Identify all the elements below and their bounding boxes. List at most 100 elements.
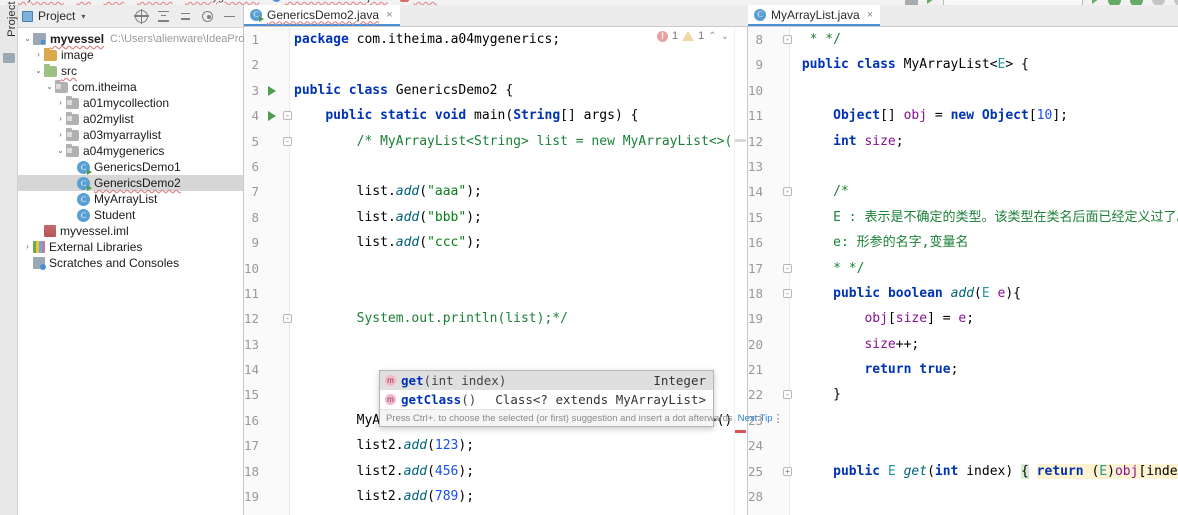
- tree-expander[interactable]: ⌄: [33, 63, 44, 79]
- code-line[interactable]: list2.add(789);: [290, 484, 733, 509]
- code-line[interactable]: list2.add(123);: [290, 433, 733, 458]
- tree-expander[interactable]: ⌄: [44, 79, 55, 95]
- project-folder-icon[interactable]: [3, 53, 15, 63]
- code-line[interactable]: return true;: [790, 357, 1170, 382]
- code-line[interactable]: [790, 509, 1170, 515]
- tree-node-a04mygenerics[interactable]: ⌄ a04mygenerics: [18, 143, 243, 159]
- breadcrumb-item-6[interactable]: main: [413, 0, 437, 3]
- code-line[interactable]: /* MyArrayList<String> list = new MyArra…: [290, 129, 747, 154]
- autocomplete-item-getclass[interactable]: m getClass () Class<? extends MyArrayLis…: [380, 390, 713, 409]
- code-line[interactable]: * */: [790, 256, 1170, 281]
- tree-expander[interactable]: ›: [55, 95, 66, 111]
- code-line[interactable]: [290, 281, 733, 306]
- tree-node-a01mycollection[interactable]: › a01mycollection: [18, 95, 243, 111]
- tree-node-image[interactable]: › image: [18, 47, 243, 63]
- code-line[interactable]: * */: [790, 27, 1170, 52]
- project-tree[interactable]: ⌄ myvessel C:\Users\alienware\IdeaProjects…: [18, 28, 317, 271]
- autocomplete-item-get[interactable]: m get (int index) Integer: [380, 371, 713, 390]
- tree-expander[interactable]: ›: [55, 111, 66, 127]
- code-line[interactable]: [290, 509, 733, 515]
- code-editor-left[interactable]: 1234-5-6789101112-1314151617181920212223…: [244, 27, 748, 515]
- code-line[interactable]: public static void main(String[] args) {: [290, 103, 733, 128]
- code-line[interactable]: [790, 484, 1170, 509]
- code-line[interactable]: E : 表示是不确定的类型。该类型在类名后面已经定义过了。: [790, 205, 1178, 230]
- tree-node-myarraylist[interactable]: C MyArrayList: [18, 191, 243, 207]
- breadcrumb-item-3[interactable]: itheima: [137, 0, 172, 3]
- code-line[interactable]: [290, 256, 733, 281]
- tree-expander[interactable]: ›: [22, 239, 33, 255]
- code-line[interactable]: public class MyArrayList<E> {: [790, 52, 1170, 77]
- code-line[interactable]: obj[size] = e;: [790, 306, 1170, 331]
- collapse-all-icon[interactable]: [179, 10, 192, 23]
- code-line[interactable]: public E get(int index) { return (E)obj[…: [790, 459, 1178, 484]
- tab-myarraylist[interactable]: C MyArrayList.java ×: [748, 5, 881, 26]
- code-line[interactable]: list.add("bbb");: [290, 205, 733, 230]
- breadcrumb-item-5[interactable]: GenericsDemo2.java: [285, 0, 388, 3]
- tree-node-genericsdemo1[interactable]: C GenericsDemo1: [18, 159, 243, 175]
- editor-gutter-left[interactable]: 1234-5-6789101112-1314151617181920212223…: [244, 27, 292, 515]
- tree-expander[interactable]: ›: [55, 127, 66, 143]
- more-options-icon[interactable]: ⋮: [773, 412, 784, 425]
- code-line[interactable]: [290, 154, 733, 179]
- run-gutter-icon[interactable]: [268, 111, 276, 122]
- locate-in-tree-icon[interactable]: [134, 8, 149, 24]
- inspection-widget[interactable]: ! 1 1 ⌃ ⌄: [656, 30, 729, 42]
- tree-node-myvessel[interactable]: ⌄ myvessel C:\Users\alienware\IdeaProjects…: [18, 31, 317, 47]
- next-tip-link[interactable]: Next Tip: [738, 413, 773, 424]
- code-line[interactable]: System.out.println(list);*/: [290, 306, 733, 331]
- autocomplete-popup[interactable]: m get (int index) Integer m getClass () …: [379, 370, 784, 427]
- tree-node-student[interactable]: C Student: [18, 207, 243, 223]
- code-line[interactable]: [290, 332, 733, 357]
- editor-code-left[interactable]: package com.itheima.a04mygenerics; public…: [290, 27, 747, 515]
- code-line[interactable]: }: [790, 382, 1170, 407]
- code-line[interactable]: list.add("ccc");: [290, 230, 733, 255]
- expand-all-icon[interactable]: [157, 10, 170, 23]
- tree-node-external-libraries[interactable]: › External Libraries: [18, 239, 243, 255]
- tree-expander[interactable]: ›: [33, 47, 44, 63]
- code-line[interactable]: public boolean add(E e){: [790, 281, 1170, 306]
- tree-node-a02mylist[interactable]: › a02mylist: [18, 111, 243, 127]
- hide-panel-icon[interactable]: [223, 10, 236, 23]
- tree-node-genericsdemo2[interactable]: C GenericsDemo2: [18, 175, 243, 191]
- error-marker[interactable]: [735, 430, 746, 433]
- run-config-back-icon[interactable]: [927, 0, 934, 4]
- run-gutter-icon[interactable]: [268, 85, 276, 96]
- run-icon[interactable]: [1092, 0, 1099, 4]
- code-line[interactable]: /*: [790, 179, 1170, 204]
- tree-node-myvessel-iml[interactable]: myvessel.iml: [18, 223, 243, 239]
- chevron-down-icon[interactable]: ▾: [81, 12, 85, 21]
- code-line[interactable]: Object[] obj = new Object[10];: [790, 103, 1170, 128]
- editor-gutter-right[interactable]: 8-9 10 11 12 13 14-15 16 17-18-19 20 21 22-23 24 25 +…: [748, 27, 792, 515]
- breadcrumb-item-1[interactable]: src: [76, 0, 91, 3]
- code-line[interactable]: list.add("aaa");: [290, 179, 733, 204]
- tree-expander[interactable]: ⌄: [55, 143, 66, 159]
- error-stripe-left[interactable]: [734, 27, 747, 515]
- project-panel-title-group[interactable]: Project ▾: [22, 9, 85, 23]
- breadcrumb-item-4[interactable]: a04mygenerics: [185, 0, 260, 3]
- prev-problem-icon[interactable]: ⌃: [708, 31, 716, 42]
- code-line[interactable]: e: 形参的名字,变量名: [790, 230, 1170, 255]
- code-line[interactable]: [290, 52, 733, 77]
- code-line[interactable]: size++;: [790, 332, 1170, 357]
- code-line[interactable]: [790, 154, 1170, 179]
- code-line[interactable]: [790, 78, 1170, 103]
- tab-genericsdemo2[interactable]: C GenericsDemo2.java ×: [244, 5, 400, 26]
- close-icon[interactable]: ×: [867, 9, 873, 21]
- tree-node-src[interactable]: ⌄ src: [18, 63, 243, 79]
- tool-window-button-project[interactable]: Project: [6, 0, 18, 45]
- tree-node-a03myarraylist[interactable]: › a03myarraylist: [18, 127, 243, 143]
- close-icon[interactable]: ×: [386, 9, 392, 21]
- code-line[interactable]: [790, 433, 1170, 458]
- code-editor-right[interactable]: 8-9 10 11 12 13 14-15 16 17-18-19 20 21 22-23 24 25 +…: [748, 27, 1178, 515]
- code-line[interactable]: [790, 408, 1170, 433]
- editor-code-right[interactable]: * */ public class MyArrayList<E> { Objec…: [790, 27, 1178, 515]
- breadcrumb-item-2[interactable]: com: [104, 0, 125, 3]
- settings-gear-icon[interactable]: [202, 10, 213, 22]
- code-line[interactable]: public class GenericsDemo2 {: [290, 78, 733, 103]
- tree-node-scratches-and-consoles[interactable]: Scratches and Consoles: [18, 255, 243, 271]
- breadcrumb-item-0[interactable]: myvessel: [18, 0, 64, 3]
- tree-node-com-itheima[interactable]: ⌄ com.itheima: [18, 79, 243, 95]
- tree-expander[interactable]: ⌄: [22, 31, 33, 47]
- code-line[interactable]: int size;: [790, 129, 1170, 154]
- code-line[interactable]: list2.add(456);: [290, 459, 733, 484]
